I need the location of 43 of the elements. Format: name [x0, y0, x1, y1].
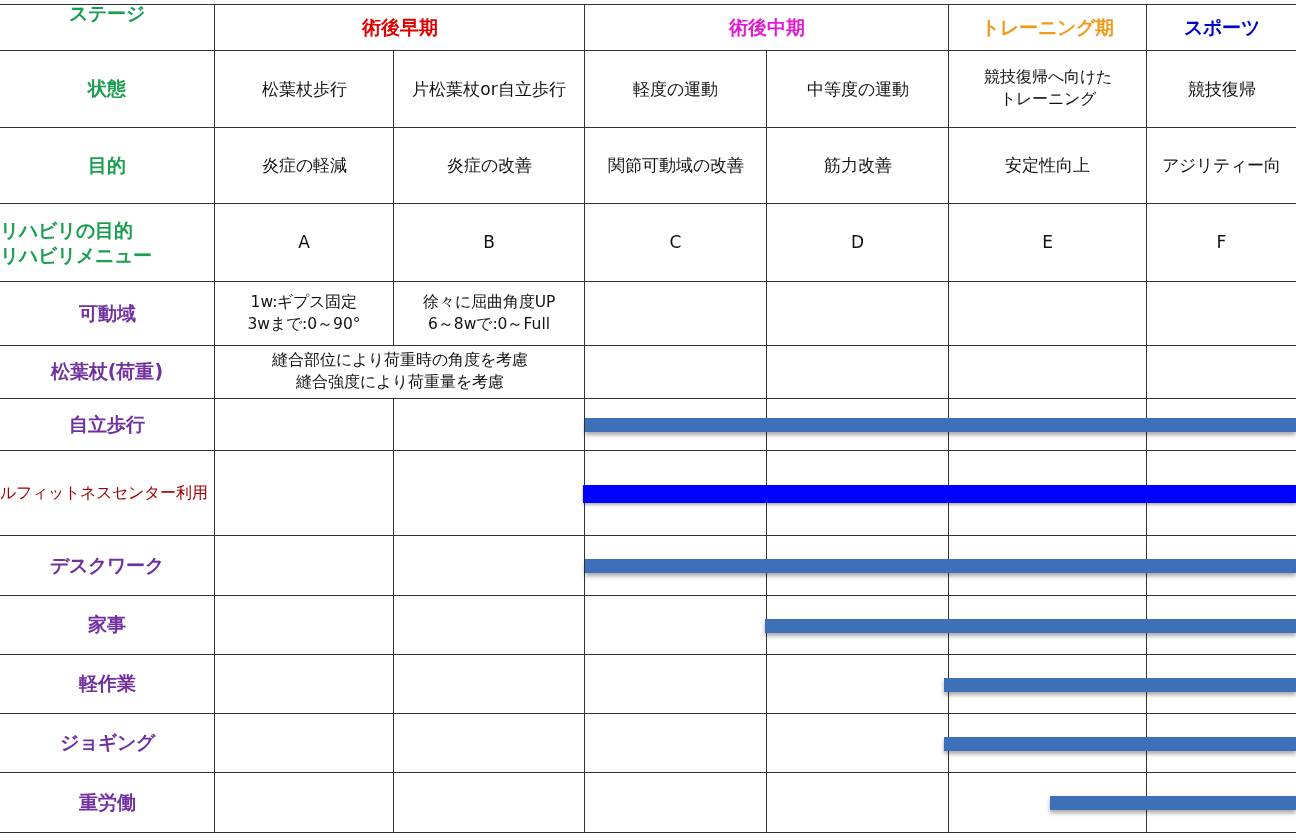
row-header: 重労働	[0, 773, 215, 833]
row-header: 状態	[0, 51, 215, 128]
row-header: 軽作業	[0, 655, 215, 714]
table-cell: F	[1147, 204, 1296, 282]
table-cell: D	[767, 204, 949, 282]
table-cell: E	[949, 204, 1147, 282]
cell-line: 競技復帰へ向けた	[983, 67, 1112, 89]
cell-line: トレーニング	[999, 89, 1096, 110]
row-header: 自立歩行	[0, 399, 215, 451]
table-cell: アジリティー向	[1147, 128, 1296, 204]
table-cell: 炎症の改善	[394, 128, 585, 204]
row-header: ジョギング	[0, 714, 215, 773]
header-line: リハビリメニュー	[0, 242, 152, 268]
stage-header: スポーツ	[1147, 5, 1296, 51]
stage-header: 術後中期	[585, 5, 949, 51]
table-cell: 軽度の運動	[585, 51, 767, 128]
cell-line: 3wまで:0～90°	[247, 313, 361, 335]
stage-header: トレーニング期	[949, 5, 1147, 51]
table-cell: B	[394, 204, 585, 282]
cell-line: 縫合強度により荷重量を考慮	[295, 372, 504, 393]
table-cell: 炎症の軽減	[215, 128, 394, 204]
table-cell: A	[215, 204, 394, 282]
table-cell: 競技復帰	[1147, 51, 1296, 128]
cell-line: 6～8wで:0～Full	[428, 313, 550, 335]
stage-header: 術後早期	[215, 5, 585, 51]
table-cell: 中等度の運動	[767, 51, 949, 128]
row-header: デスクワーク	[0, 536, 215, 596]
header-line: リハビリの目的	[0, 217, 133, 243]
row-header: ステージ	[69, 1, 145, 26]
cell-line: 縫合部位により荷重時の角度を考慮	[271, 350, 528, 372]
row-header: 可動域	[0, 282, 215, 346]
row-header: ルフィットネスセンター利用	[0, 451, 215, 536]
table-cell: C	[585, 204, 767, 282]
cell-line: 1w:ギプス固定	[250, 291, 358, 313]
cell-line: 徐々に屈曲角度UP	[422, 291, 556, 313]
row-header: 家事	[0, 596, 215, 655]
table-cell: 片松葉杖or自立歩行	[394, 51, 585, 128]
table-cell: 関節可動域の改善	[585, 128, 767, 204]
row-header: 目的	[0, 128, 215, 204]
table-cell: 松葉杖歩行	[215, 51, 394, 128]
table-cell: 安定性向上	[949, 128, 1147, 204]
row-header: 松葉杖(荷重)	[0, 346, 215, 399]
table-cell: 筋力改善	[767, 128, 949, 204]
